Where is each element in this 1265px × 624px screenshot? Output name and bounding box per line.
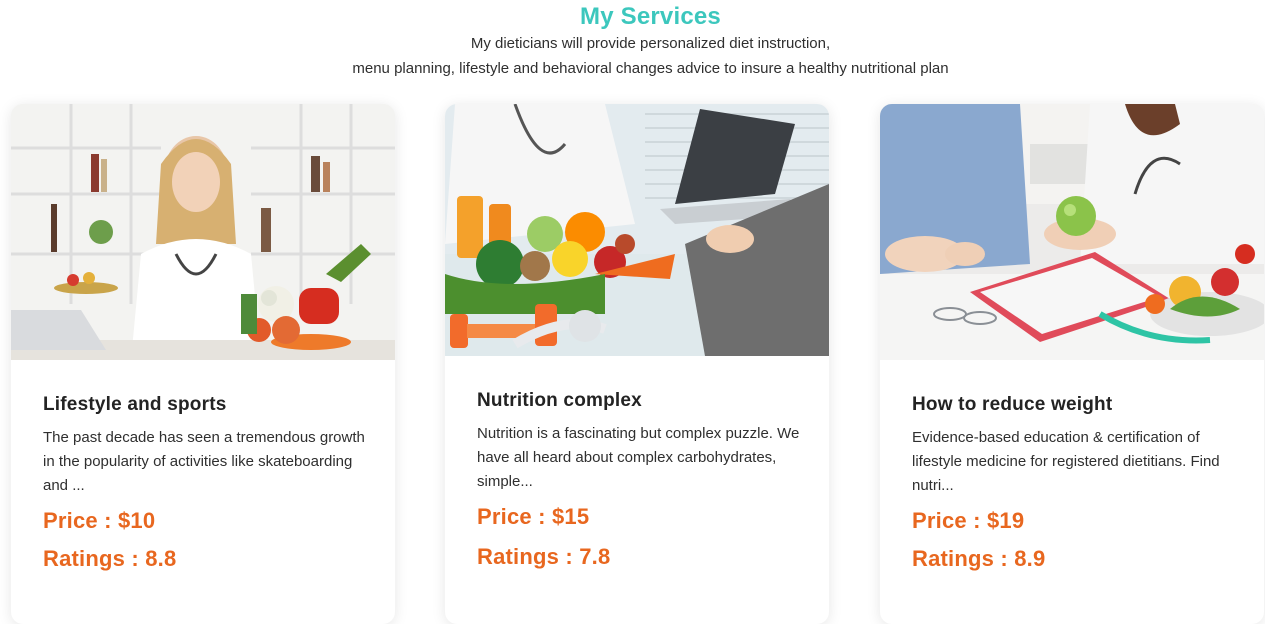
service-image-consultation bbox=[445, 104, 829, 356]
service-image-weight-consultation bbox=[880, 104, 1264, 360]
service-ratings: Ratings : 8.8 bbox=[43, 546, 177, 571]
service-image-dietitian bbox=[11, 104, 395, 360]
service-card-body: Lifestyle and sports The past decade has… bbox=[43, 394, 367, 572]
service-title: Nutrition complex bbox=[477, 390, 642, 411]
service-ratings: Ratings : 7.8 bbox=[477, 544, 611, 569]
subtitle-line-2: menu planning, lifestyle and behavioral … bbox=[352, 60, 949, 77]
service-card-lifestyle[interactable]: Lifestyle and sports The past decade has… bbox=[11, 104, 395, 624]
service-description: Evidence-based education & certification… bbox=[912, 429, 1220, 494]
service-price: Price : $19 bbox=[912, 508, 1025, 533]
service-card-body: Nutrition complex Nutrition is a fascina… bbox=[477, 390, 801, 570]
service-price: Price : $15 bbox=[477, 504, 590, 529]
service-title: How to reduce weight bbox=[912, 394, 1113, 415]
service-card-weight[interactable]: How to reduce weight Evidence-based educ… bbox=[880, 104, 1264, 624]
service-price: Price : $10 bbox=[43, 508, 156, 533]
service-title: Lifestyle and sports bbox=[43, 394, 227, 415]
service-card-body: How to reduce weight Evidence-based educ… bbox=[912, 394, 1236, 572]
subtitle-line-1: My dieticians will provide personalized … bbox=[470, 35, 831, 52]
service-description: The past decade has seen a tremendous gr… bbox=[43, 429, 365, 494]
service-card-nutrition[interactable]: Nutrition complex Nutrition is a fascina… bbox=[445, 104, 829, 624]
service-description: Nutrition is a fascinating but complex p… bbox=[477, 425, 800, 490]
page-title: My Services bbox=[580, 3, 721, 30]
service-ratings: Ratings : 8.9 bbox=[912, 546, 1046, 571]
